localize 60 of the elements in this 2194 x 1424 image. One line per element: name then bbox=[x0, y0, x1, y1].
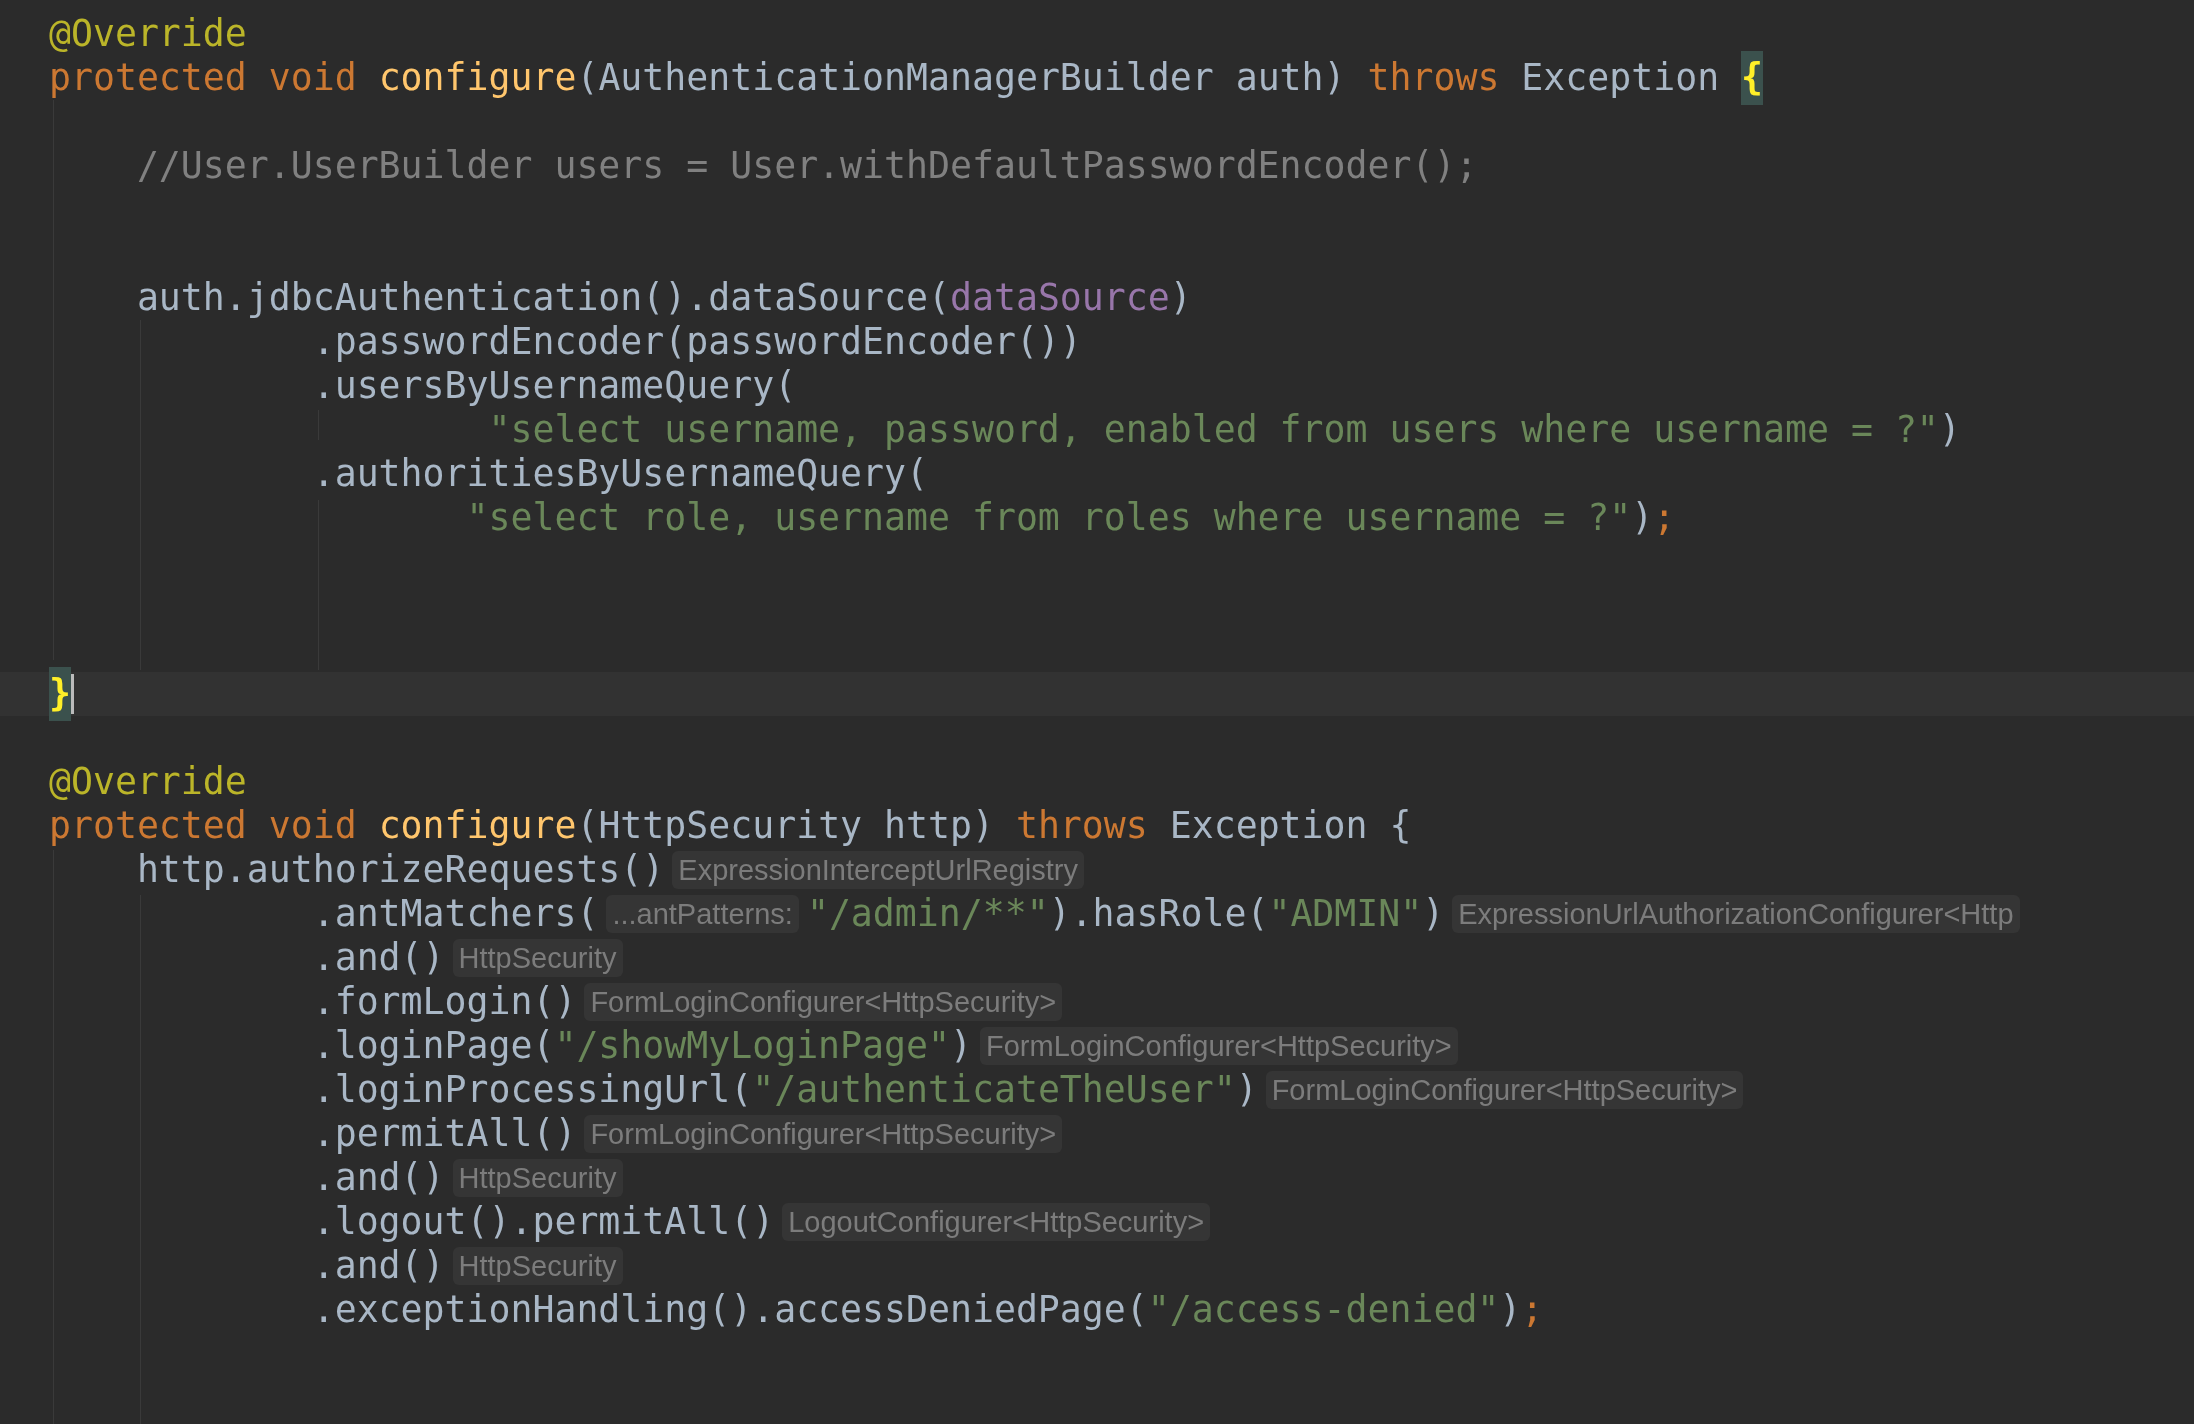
code-text: ) bbox=[1938, 406, 1961, 453]
code-text: .and() bbox=[311, 934, 445, 981]
method-name: configure bbox=[378, 54, 577, 101]
code-text: ) bbox=[1422, 890, 1445, 937]
inlay-hint: FormLoginConfigurer<HttpSecurity> bbox=[979, 1027, 1458, 1065]
code-text: .logout().permitAll() bbox=[311, 1198, 775, 1245]
string-literal: "/authenticateTheUser" bbox=[752, 1066, 1236, 1113]
keyword-text: ; bbox=[1521, 1286, 1544, 1333]
code-text: .formLogin() bbox=[311, 978, 577, 1025]
inlay-hint: FormLoginConfigurer<HttpSecurity> bbox=[1265, 1071, 1744, 1109]
code-text: auth.jdbcAuthentication().dataSource( bbox=[135, 274, 950, 321]
keyword-text: throws bbox=[1367, 54, 1501, 101]
code-text: ).hasRole( bbox=[1048, 890, 1269, 937]
inlay-hint: FormLoginConfigurer<HttpSecurity> bbox=[584, 983, 1063, 1021]
code-text: http.authorizeRequests() bbox=[135, 846, 665, 893]
code-text: .passwordEncoder(passwordEncoder()) bbox=[311, 318, 1082, 365]
keyword-text: ; bbox=[1653, 494, 1676, 541]
method-name: configure bbox=[378, 802, 577, 849]
code-text: ) bbox=[1169, 274, 1192, 321]
code-comment: //User.UserBuilder users = User.withDefaultPasswordEncoder(); bbox=[135, 142, 1478, 189]
matched-brace: { bbox=[1741, 50, 1764, 106]
code-text: .loginPage( bbox=[311, 1022, 555, 1069]
code-text: .exceptionHandling().accessDeniedPage( bbox=[311, 1286, 1148, 1333]
code-text: (AuthenticationManagerBuilder auth) bbox=[576, 54, 1347, 101]
code-text: Exception { bbox=[1169, 802, 1412, 849]
string-literal: "select username, password, enabled from users where username = ?" bbox=[487, 406, 1939, 453]
code-text: (HttpSecurity http) bbox=[576, 802, 995, 849]
inlay-hint: ExpressionUrlAuthorizationConfigurer<Http bbox=[1452, 895, 2020, 933]
inlay-hint: HttpSecurity bbox=[452, 939, 623, 977]
code-text: .and() bbox=[311, 1154, 445, 1201]
string-literal: "/showMyLoginPage" bbox=[554, 1022, 950, 1069]
code-text: .and() bbox=[311, 1242, 445, 1289]
code-text: .usersByUsernameQuery( bbox=[311, 362, 797, 409]
text-caret bbox=[71, 674, 74, 714]
string-literal: "/access-denied" bbox=[1147, 1286, 1500, 1333]
string-literal: "/admin/**" bbox=[806, 890, 1049, 937]
inlay-hint: LogoutConfigurer<HttpSecurity> bbox=[782, 1203, 1211, 1241]
keyword-text: protected void bbox=[49, 802, 358, 849]
code-text: Exception bbox=[1521, 54, 1721, 101]
inlay-hint: ExpressionInterceptUrlRegistry bbox=[672, 851, 1084, 889]
inlay-hint: HttpSecurity bbox=[452, 1159, 623, 1197]
code-text: ) bbox=[1235, 1066, 1258, 1113]
keyword-text: protected void bbox=[49, 54, 358, 101]
field-name: dataSource bbox=[950, 274, 1170, 321]
code-text: .permitAll() bbox=[311, 1110, 577, 1157]
annotation-text: @Override bbox=[49, 758, 247, 805]
annotation-text: @Override bbox=[49, 10, 247, 57]
code-text: .loginProcessingUrl( bbox=[311, 1066, 753, 1113]
string-literal: "select role, username from roles where username = ?" bbox=[465, 494, 1632, 541]
code-text: ) bbox=[1499, 1286, 1522, 1333]
inlay-hint: HttpSecurity bbox=[452, 1247, 623, 1285]
string-literal: "ADMIN" bbox=[1268, 890, 1423, 937]
code-text: .antMatchers( bbox=[311, 890, 599, 937]
code-text: ) bbox=[1631, 494, 1654, 541]
code-text: .authoritiesByUsernameQuery( bbox=[311, 450, 928, 497]
inlay-hint: ...antPatterns: bbox=[606, 895, 799, 933]
code-text: ) bbox=[950, 1022, 972, 1069]
keyword-text: throws bbox=[1015, 802, 1149, 849]
inlay-hint: FormLoginConfigurer<HttpSecurity> bbox=[584, 1115, 1063, 1153]
matched-brace: } bbox=[49, 666, 71, 722]
